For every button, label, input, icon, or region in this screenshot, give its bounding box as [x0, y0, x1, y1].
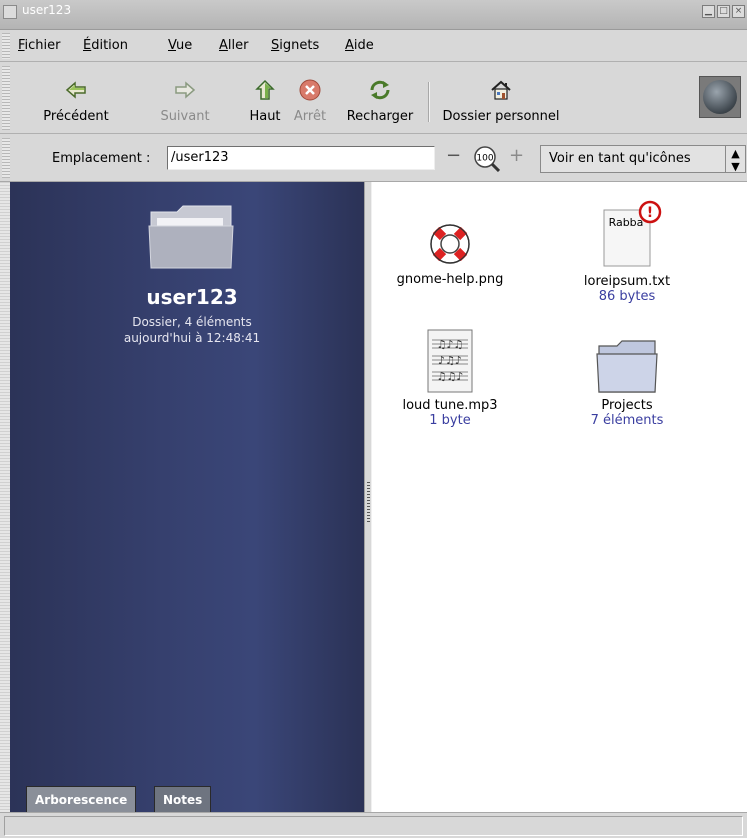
file-item[interactable]: ♫♪♫ ♪♫♪ ♫♫♪ loud tune.mp3 1 byte	[380, 328, 520, 428]
icon-view[interactable]: gnome-help.png Rabba ! loreipsum.txt 86 …	[372, 182, 747, 812]
zoom-in-button[interactable]: +	[509, 145, 524, 166]
divider-handle[interactable]	[367, 482, 370, 524]
file-name: loreipsum.txt	[583, 274, 671, 289]
file-name: loud tune.mp3	[402, 398, 498, 413]
zoom-level-icon[interactable]: 100	[472, 144, 500, 172]
file-item[interactable]: gnome-help.png	[380, 220, 520, 287]
maximize-button[interactable]: □	[717, 5, 730, 18]
toolbar-separator	[428, 82, 430, 122]
throbber-ball-icon	[703, 80, 737, 114]
menu-aller[interactable]: Aller	[219, 38, 248, 53]
svg-text:♫♫♪: ♫♫♪	[437, 370, 464, 383]
minimize-button[interactable]: ▁	[702, 5, 715, 18]
title-bar[interactable]: user123 ▁ □ ×	[0, 0, 747, 30]
sidebar-edge	[0, 182, 10, 812]
sidebar-tabs: Arborescence Notes	[10, 778, 364, 812]
tab-notes[interactable]: Notes	[154, 786, 212, 812]
status-bar	[0, 812, 747, 838]
tab-arborescence[interactable]: Arborescence	[26, 786, 137, 812]
up-arrow-icon	[255, 79, 275, 100]
throbber	[699, 76, 741, 118]
sidebar-folder-info: Dossier, 4 éléments	[132, 315, 252, 329]
forward-arrow-icon	[175, 81, 196, 99]
text-file-icon: Rabba !	[603, 200, 662, 267]
music-file-icon: ♫♪♫ ♪♫♪ ♫♫♪	[427, 329, 473, 393]
pane-divider[interactable]	[364, 182, 372, 812]
stop-button[interactable]: Arrêt	[290, 62, 330, 132]
toolbar-grip[interactable]	[2, 66, 10, 130]
file-item[interactable]: Projects 7 éléments	[562, 338, 692, 428]
location-input[interactable]: /user123	[167, 146, 435, 170]
file-name: gnome-help.png	[396, 272, 504, 287]
view-mode-label: Voir en tant qu'icônes	[549, 151, 691, 166]
reload-icon	[370, 80, 390, 100]
sidebar	[0, 182, 364, 812]
folder-icon	[596, 340, 658, 393]
status-field	[4, 816, 743, 836]
menu-fichier-label: ichier	[24, 38, 61, 53]
menu-edition[interactable]: Édition	[83, 38, 128, 53]
zoom-out-button[interactable]: −	[446, 145, 461, 166]
file-name: Projects	[601, 398, 653, 413]
toolbar: Précédent Suivant Haut Arrêt Recharger D…	[0, 62, 747, 165]
zoom-level-text: 100	[476, 154, 493, 164]
view-mode-chevron-icon: ▲ ▼	[725, 146, 745, 173]
close-button[interactable]: ×	[732, 5, 745, 18]
sidebar-folder-icon	[148, 205, 234, 269]
window-title: user123	[22, 3, 72, 17]
menu-fichier[interactable]: Fichier	[18, 38, 61, 53]
back-button[interactable]: Précédent	[36, 62, 116, 132]
menu-aide[interactable]: Aide	[345, 38, 374, 53]
sidebar-folder-name: user123	[146, 285, 238, 309]
menu-bar: Fichier Édition Vue Aller Signets Aide	[0, 30, 747, 62]
file-size: 1 byte	[429, 413, 471, 428]
menu-signets[interactable]: Signets	[271, 38, 319, 53]
emblem-text: !	[647, 205, 653, 221]
view-mode-select[interactable]: Voir en tant qu'icônes ▲ ▼	[540, 145, 746, 173]
home-icon	[491, 80, 511, 100]
svg-text:♫♪♫: ♫♪♫	[437, 338, 464, 351]
file-size: 86 bytes	[598, 289, 656, 304]
sidebar-folder-date: aujourd'hui à 12:48:41	[123, 331, 261, 345]
locationbar-grip[interactable]	[2, 138, 10, 178]
file-item-count: 7 éléments	[590, 413, 664, 428]
home-button[interactable]: Dossier personnel	[436, 62, 566, 132]
location-label: Emplacement :	[52, 151, 151, 166]
svg-text:♪♫♪: ♪♫♪	[438, 354, 462, 367]
menubar-grip[interactable]	[2, 33, 10, 59]
file-item[interactable]: Rabba ! loreipsum.txt 86 bytes	[562, 200, 692, 304]
forward-button[interactable]: Suivant	[150, 62, 220, 132]
stop-icon	[299, 79, 321, 101]
menu-vue[interactable]: Vue	[168, 38, 192, 53]
location-bar: Emplacement : /user123 − 100 + Voir en t…	[0, 134, 747, 182]
up-button[interactable]: Haut	[240, 62, 290, 132]
lifebuoy-icon	[430, 224, 470, 264]
reload-button[interactable]: Recharger	[340, 62, 420, 132]
file-preview-text: Rabba	[609, 216, 644, 229]
window-menu-icon[interactable]	[3, 5, 17, 19]
back-arrow-icon	[65, 81, 86, 99]
